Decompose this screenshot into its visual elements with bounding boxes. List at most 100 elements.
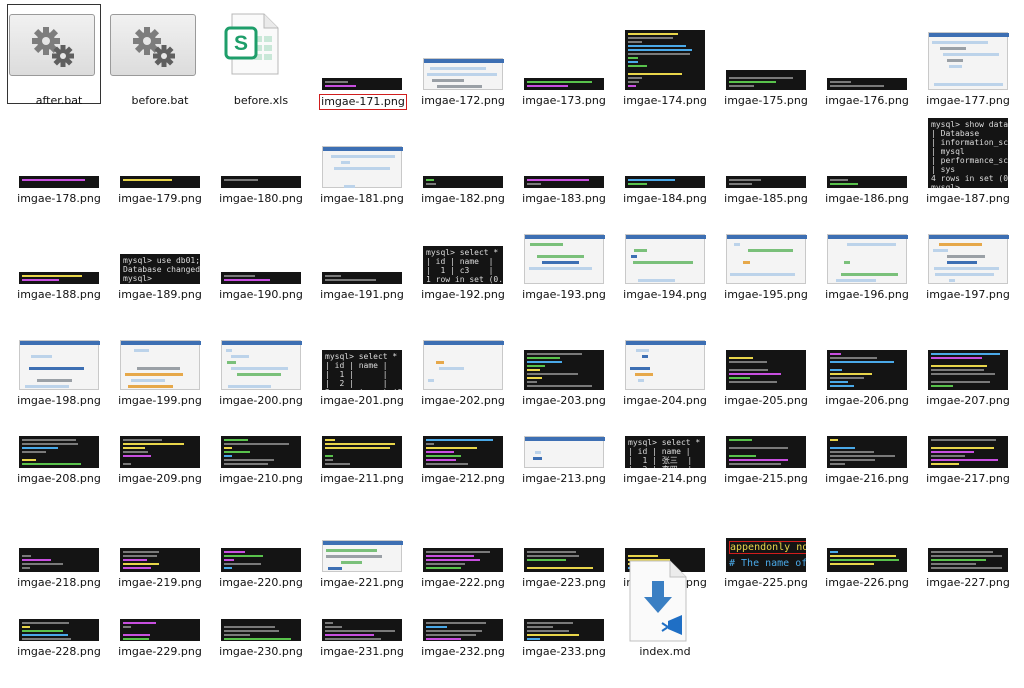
thumbnail-image — [322, 146, 403, 188]
file-name-label: imgae-171.png — [319, 94, 407, 110]
file-name-label: imgae-214.png — [623, 472, 707, 485]
file-name-label: before.xls — [233, 94, 289, 107]
file-name-label: imgae-204.png — [623, 394, 707, 407]
file-name-label: imgae-215.png — [724, 472, 808, 485]
thumbnail-image — [524, 548, 604, 572]
file-name-label: imgae-227.png — [926, 576, 1010, 589]
thumbnail-image — [625, 176, 705, 188]
file-name-label: imgae-220.png — [219, 576, 303, 589]
file-name-label: imgae-197.png — [926, 288, 1010, 301]
thumbnail-image — [524, 234, 605, 284]
file-name-label: imgae-208.png — [17, 472, 101, 485]
file-name-label: imgae-222.png — [421, 576, 505, 589]
thumbnail-image — [827, 548, 907, 572]
file-name-label: imgae-187.png — [926, 192, 1010, 205]
file-name-label: imgae-212.png — [421, 472, 505, 485]
file-name-label: imgae-173.png — [522, 94, 606, 107]
thumbnail-image — [221, 176, 301, 188]
thumbnail-image — [625, 234, 706, 284]
file-name-label: imgae-198.png — [17, 394, 101, 407]
thumbnail-image — [120, 340, 201, 390]
thumbnail-image — [19, 272, 99, 284]
thumbnail-image — [221, 619, 301, 641]
file-name-label: imgae-195.png — [724, 288, 808, 301]
thumbnail-image — [19, 340, 100, 390]
thumbnail-image — [524, 436, 605, 468]
thumbnail-image: mysql> select * from t1; | id | name | |… — [322, 350, 402, 390]
thumbnail-image — [221, 548, 301, 572]
file-name-label: imgae-196.png — [825, 288, 909, 301]
file-name-label: imgae-189.png — [118, 288, 202, 301]
file-name-label: imgae-172.png — [421, 94, 505, 107]
thumbnail-image — [423, 176, 503, 188]
thumbnail-image: mysql> show databases; | Database | | in… — [928, 118, 1008, 188]
file-name-label: imgae-182.png — [421, 192, 505, 205]
thumbnail-image — [423, 58, 504, 90]
file-name-label: imgae-200.png — [219, 394, 303, 407]
thumbnail-image — [524, 176, 604, 188]
thumbnail-image — [928, 548, 1008, 572]
file-name-label: imgae-207.png — [926, 394, 1010, 407]
thumbnail-image: mysql> select * from t1; | id | name | |… — [625, 436, 705, 468]
file-grid: after.bat before.bat Sbefore.xls imgae-171.… — [0, 0, 1024, 688]
file-name-label: imgae-175.png — [724, 94, 808, 107]
thumbnail-image — [827, 350, 907, 390]
thumbnail-image — [625, 340, 706, 390]
thumbnail-image — [322, 272, 402, 284]
file-name-label: after.bat — [35, 94, 83, 107]
file-name-label: imgae-217.png — [926, 472, 1010, 485]
file-name-label: imgae-203.png — [522, 394, 606, 407]
file-name-label: imgae-219.png — [118, 576, 202, 589]
file-name-label: imgae-216.png — [825, 472, 909, 485]
file-name-label: before.bat — [131, 94, 189, 107]
thumbnail-image — [19, 619, 99, 641]
file-name-label: imgae-188.png — [17, 288, 101, 301]
file-name-label: imgae-192.png — [421, 288, 505, 301]
file-name-label: imgae-201.png — [320, 394, 404, 407]
file-name-label: imgae-183.png — [522, 192, 606, 205]
thumbnail-image — [726, 176, 806, 188]
file-name-label: imgae-205.png — [724, 394, 808, 407]
thumbnail-image — [928, 234, 1009, 284]
file-name-label: imgae-226.png — [825, 576, 909, 589]
thumbnail-image — [827, 78, 907, 90]
file-name-label: imgae-184.png — [623, 192, 707, 205]
file-name-label: imgae-210.png — [219, 472, 303, 485]
spreadsheet-icon: S — [224, 12, 284, 80]
file-name-label: imgae-177.png — [926, 94, 1010, 107]
file-name-label: imgae-199.png — [118, 394, 202, 407]
file-name-label: imgae-185.png — [724, 192, 808, 205]
thumbnail-image — [726, 70, 806, 90]
thumbnail-image — [19, 436, 99, 468]
gear-icon — [110, 14, 196, 76]
thumbnail-image — [625, 30, 705, 90]
thumbnail-image — [322, 78, 402, 90]
file-name-label: imgae-174.png — [623, 94, 707, 107]
thumbnail-image — [524, 619, 604, 641]
file-name-label: index.md — [639, 645, 691, 658]
file-name-label: imgae-190.png — [219, 288, 303, 301]
thumbnail-image — [322, 436, 402, 468]
file-name-label: imgae-218.png — [17, 576, 101, 589]
file-name-label: imgae-230.png — [219, 645, 303, 658]
file-name-label: imgae-180.png — [219, 192, 303, 205]
file-name-label: imgae-193.png — [522, 288, 606, 301]
file-name-label: imgae-211.png — [320, 472, 404, 485]
file-name-label: imgae-202.png — [421, 394, 505, 407]
file-name-label: imgae-194.png — [623, 288, 707, 301]
gear-icon — [9, 14, 95, 76]
file-name-label: imgae-228.png — [17, 645, 101, 658]
file-name-label: imgae-231.png — [320, 645, 404, 658]
file-name-label: imgae-213.png — [522, 472, 606, 485]
thumbnail-image — [423, 436, 503, 468]
thumbnail-image — [423, 340, 504, 390]
file-name-label: imgae-225.png — [724, 576, 808, 589]
thumbnail-image: appendonly no# The name of t — [726, 538, 806, 572]
file-name-label: imgae-178.png — [17, 192, 101, 205]
thumbnail-image — [120, 619, 200, 641]
thumbnail-image — [423, 619, 503, 641]
file-name-label: imgae-221.png — [320, 576, 404, 589]
thumbnail-image — [524, 78, 604, 90]
file-name-label: imgae-179.png — [118, 192, 202, 205]
file-name-label: imgae-176.png — [825, 94, 909, 107]
